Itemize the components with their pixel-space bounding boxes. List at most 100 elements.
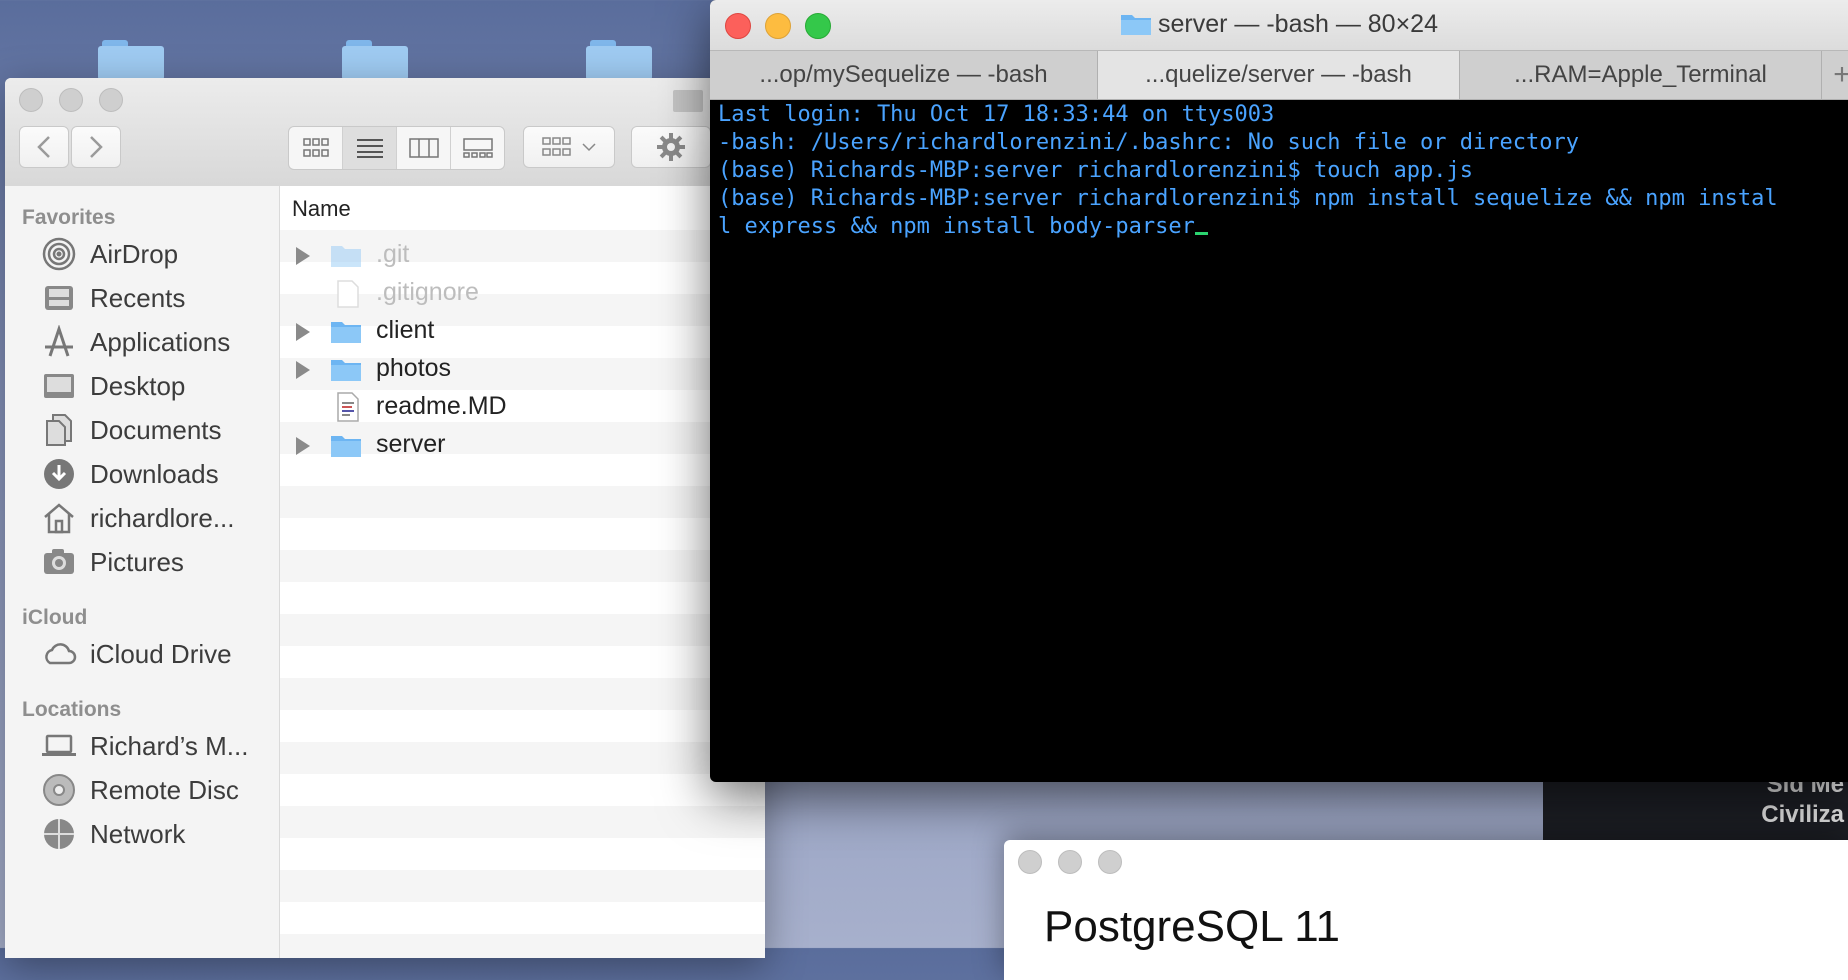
sidebar-item-downloads[interactable]: Downloads <box>40 452 219 496</box>
close-button[interactable] <box>1018 850 1042 874</box>
back-button[interactable] <box>19 126 69 168</box>
pictures-icon <box>40 543 78 581</box>
laptop-icon <box>40 727 78 765</box>
forward-button[interactable] <box>71 126 121 168</box>
sidebar-item-applications[interactable]: Applications <box>40 320 230 364</box>
sidebar-item-label: AirDrop <box>90 238 179 269</box>
desktop-folder-icon[interactable] <box>586 40 652 80</box>
columns-icon <box>408 138 439 158</box>
gallery-view-button[interactable] <box>451 127 504 169</box>
folder-icon <box>1121 15 1151 35</box>
disclosure-triangle-icon[interactable] <box>296 247 310 265</box>
file-name: server <box>376 430 446 458</box>
column-header-name[interactable]: Name <box>280 186 765 231</box>
sidebar-item-label: Applications <box>90 326 231 357</box>
terminal-window[interactable]: server — -bash — 80×24 ...op/mySequelize… <box>710 0 1848 782</box>
finder-sidebar: Favorites AirDrop Recents Applications D… <box>5 186 280 958</box>
terminal-input-line: l express && npm install body-parser <box>718 213 1848 241</box>
sidebar-item-label: Pictures <box>90 546 184 577</box>
view-mode-selector <box>288 126 505 170</box>
tab-apple-terminal[interactable]: ...RAM=Apple_Terminal <box>1460 51 1822 99</box>
icon-view-button[interactable] <box>289 127 343 169</box>
disc-icon <box>40 771 78 809</box>
sidebar-item-home[interactable]: richardlore... <box>40 496 235 540</box>
file-name: client <box>376 316 435 344</box>
zoom-button[interactable] <box>99 88 123 112</box>
disclosure-triangle-icon[interactable] <box>296 323 310 341</box>
sidebar-item-icloud-drive[interactable]: iCloud Drive <box>40 632 232 676</box>
airdrop-icon <box>40 235 78 273</box>
chevron-right-icon <box>90 136 103 158</box>
terminal-title-text: server — -bash — 80×24 <box>1158 10 1438 38</box>
finder-toolbar <box>5 78 765 187</box>
sidebar-item-label: Recents <box>90 282 186 313</box>
applications-icon <box>40 323 78 361</box>
grid-icon <box>302 138 329 157</box>
sidebar-item-pictures[interactable]: Pictures <box>40 540 184 584</box>
column-view-button[interactable] <box>397 127 451 169</box>
sidebar-item-documents[interactable]: Documents <box>40 408 222 452</box>
file-row-gitignore[interactable]: .gitignore <box>280 274 765 312</box>
tab-mysequelize[interactable]: ...op/mySequelize — -bash <box>710 51 1098 99</box>
terminal-line: l express && npm install body-parser <box>718 214 1195 239</box>
sidebar-item-label: Desktop <box>90 370 186 401</box>
file-row-readme[interactable]: readme.MD <box>280 388 765 426</box>
terminal-line: (base) Richards-MBP:server richardlorenz… <box>718 158 1473 183</box>
disclosure-triangle-icon[interactable] <box>296 437 310 455</box>
file-row-client[interactable]: client <box>280 312 765 350</box>
folder-icon <box>331 246 361 267</box>
new-tab-button[interactable]: + <box>1822 51 1848 99</box>
locations-heading: Locations <box>22 698 122 721</box>
file-name: readme.MD <box>376 392 507 420</box>
zoom-button[interactable] <box>1098 850 1122 874</box>
minimize-button[interactable] <box>59 88 83 112</box>
file-list: Name .git .gitignore client photos readm… <box>280 186 765 958</box>
disclosure-triangle-icon[interactable] <box>296 361 310 379</box>
gallery-icon <box>462 138 493 158</box>
sidebar-item-label: iCloud Drive <box>90 638 232 669</box>
list-view-button[interactable] <box>343 127 397 169</box>
list-icon <box>356 139 383 158</box>
folder-icon <box>331 322 361 343</box>
sidebar-item-recents[interactable]: Recents <box>40 276 185 320</box>
window-title-folder-icon <box>673 90 703 112</box>
file-row-git[interactable]: .git <box>280 236 765 274</box>
text-document-icon <box>337 392 359 422</box>
postgresql-window[interactable]: PostgreSQL 11 <box>1004 840 1848 980</box>
group-button[interactable] <box>523 126 615 168</box>
sidebar-item-network[interactable]: Network <box>40 812 185 856</box>
terminal-line: Last login: Thu Oct 17 18:33:44 on ttys0… <box>718 102 1275 127</box>
sidebar-item-airdrop[interactable]: AirDrop <box>40 232 178 276</box>
terminal-tab-bar: ...op/mySequelize — -bash ...quelize/ser… <box>710 50 1848 100</box>
document-icon <box>337 280 359 308</box>
sidebar-item-remote-disc[interactable]: Remote Disc <box>40 768 239 812</box>
tab-server[interactable]: ...quelize/server — -bash <box>1098 51 1460 99</box>
desktop-icon <box>40 367 78 405</box>
favorites-heading: Favorites <box>22 206 116 229</box>
group-chevron-down-icon <box>542 137 596 156</box>
action-button[interactable] <box>631 126 711 168</box>
gear-icon <box>657 133 685 161</box>
sidebar-item-this-mac[interactable]: Richard’s M... <box>40 724 248 768</box>
file-row-photos[interactable]: photos <box>280 350 765 388</box>
sidebar-item-label: Network <box>90 818 186 849</box>
desktop-folder-icon[interactable] <box>98 40 164 80</box>
terminal-line: -bash: /Users/richardlorenzini/.bashrc: … <box>718 130 1579 155</box>
sidebar-item-label: Remote Disc <box>90 774 239 805</box>
terminal-titlebar[interactable]: server — -bash — 80×24 <box>710 0 1848 50</box>
terminal-title: server — -bash — 80×24 <box>710 10 1848 39</box>
sidebar-item-desktop[interactable]: Desktop <box>40 364 185 408</box>
postgresql-title: PostgreSQL 11 <box>1044 902 1340 951</box>
file-row-server[interactable]: server <box>280 426 765 464</box>
downloads-icon <box>40 455 78 493</box>
chevron-left-icon <box>37 136 50 158</box>
desktop-folder-icon[interactable] <box>342 40 408 80</box>
terminal-output[interactable]: Last login: Thu Oct 17 18:33:44 on ttys0… <box>718 101 1848 782</box>
background-window-line2: Civiliza <box>1761 801 1844 828</box>
folder-icon <box>331 360 361 381</box>
file-name: photos <box>376 354 452 382</box>
documents-icon <box>40 411 78 449</box>
minimize-button[interactable] <box>1058 850 1082 874</box>
recents-icon <box>40 279 78 317</box>
close-button[interactable] <box>19 88 43 112</box>
